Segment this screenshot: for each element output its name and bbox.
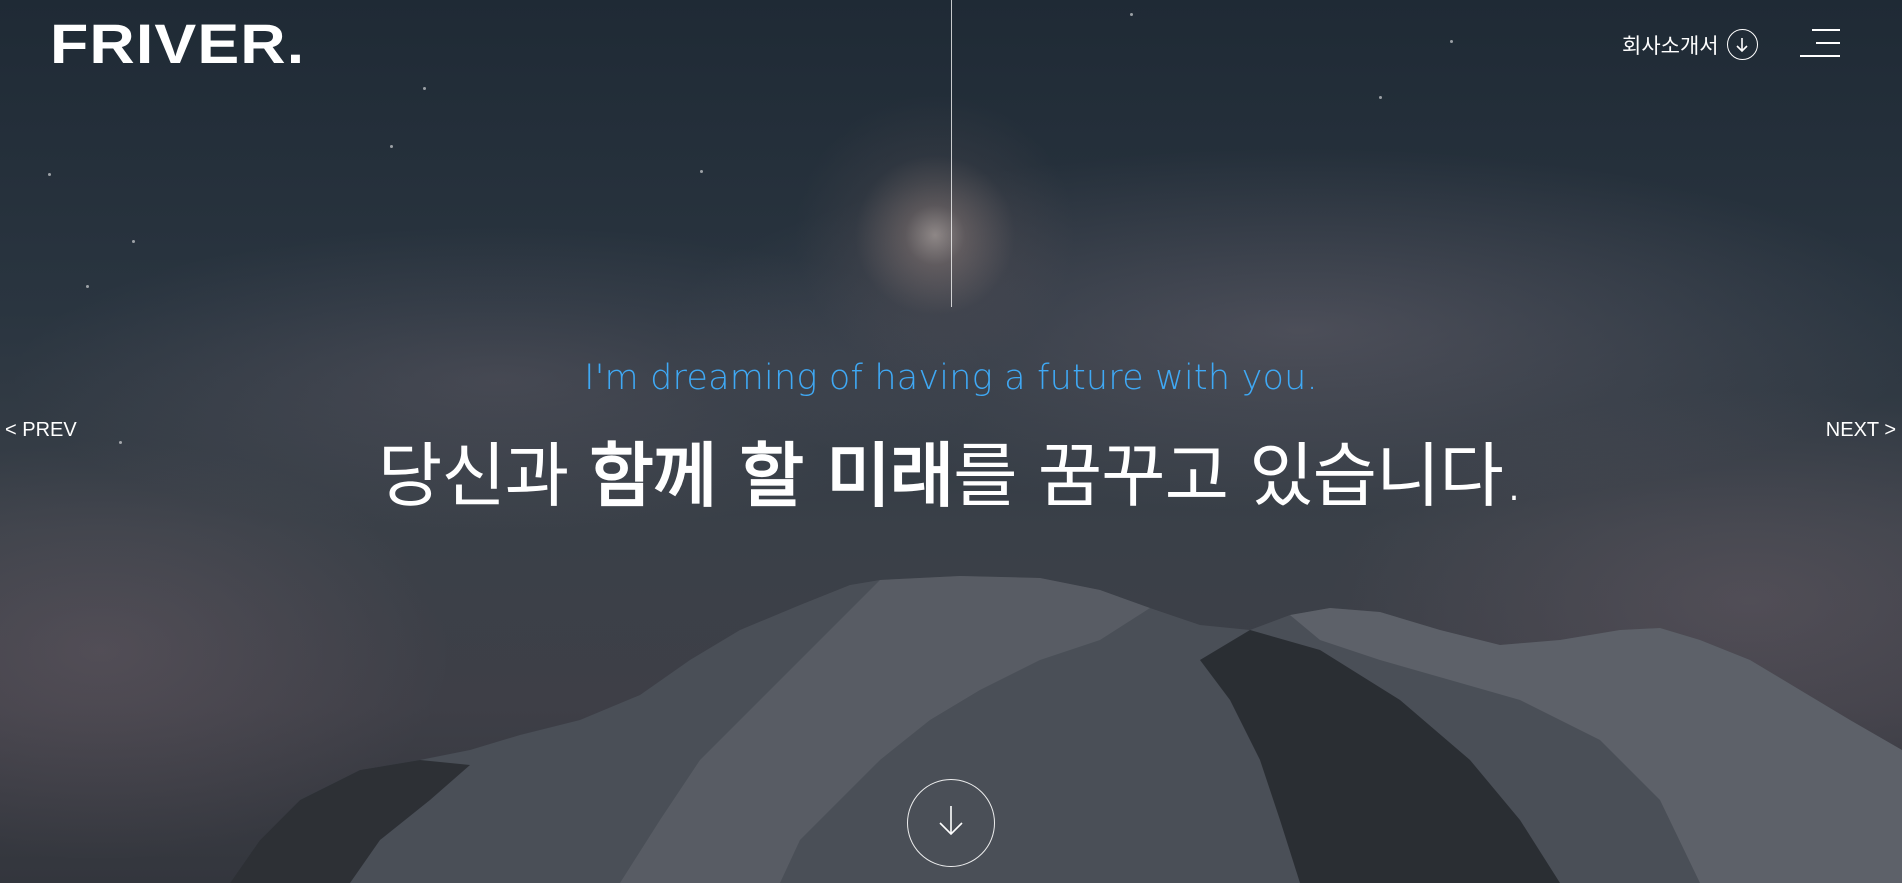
site-logo[interactable]: FRIVER. [50, 14, 305, 74]
hero-subtitle: I'm dreaming of having a future with you… [584, 358, 1318, 398]
next-slide-button[interactable]: NEXT > [1826, 419, 1896, 442]
scroll-down-button[interactable] [907, 779, 995, 867]
menu-line-top [1812, 29, 1840, 31]
headline-part-2: 를 꿈꾸고 있습니다. [953, 435, 1525, 517]
menu-line-bottom [1800, 55, 1840, 57]
headline-part-1: 당신과 [377, 435, 590, 517]
prev-slide-button[interactable]: < PREV [5, 419, 77, 442]
hamburger-menu-button[interactable] [1800, 29, 1840, 59]
hero-headline: 당신과 함께 할 미래를 꿈꾸고 있습니다. [0, 420, 1902, 521]
hero-section: FRIVER. 회사소개서 I'm dreaming of having a f… [0, 0, 1902, 883]
brochure-label: 회사소개서 [1622, 33, 1719, 58]
headline-bold: 함께 할 미래 [589, 435, 954, 517]
arrow-down-icon [936, 804, 966, 842]
menu-line-middle [1816, 42, 1840, 44]
center-divider-line [951, 0, 952, 307]
arrow-down-circle-icon [1726, 29, 1758, 60]
company-brochure-button[interactable]: 회사소개서 [1622, 29, 1758, 60]
